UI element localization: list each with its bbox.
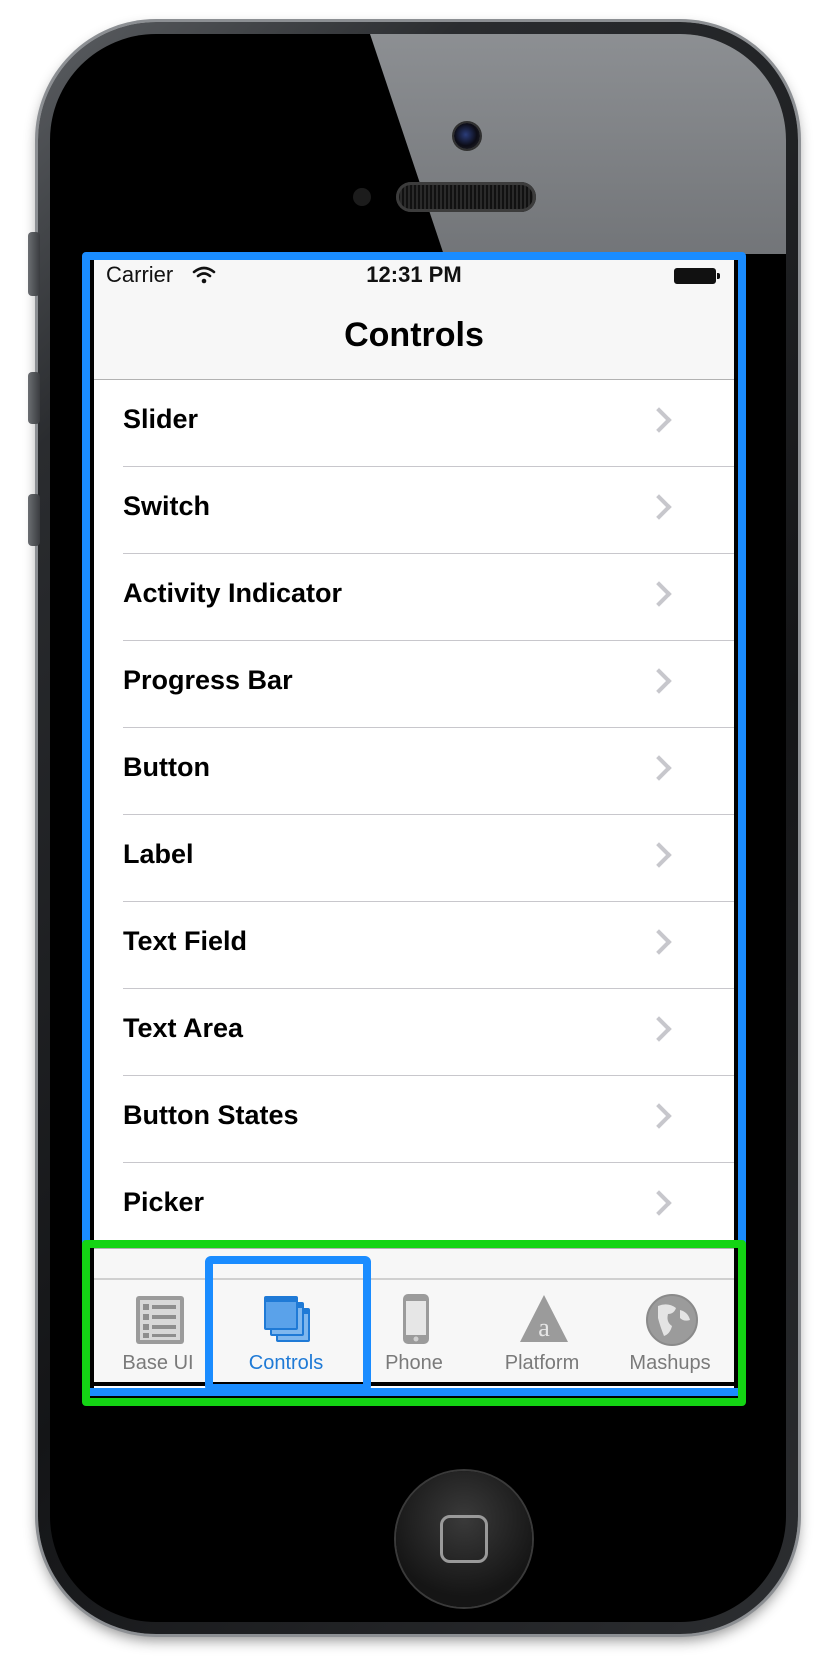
earpiece-speaker (396, 182, 536, 212)
mute-switch (28, 232, 40, 296)
volume-down-button (28, 494, 40, 546)
proximity-sensor (353, 188, 371, 206)
highlight-screen-region (82, 252, 746, 1396)
home-button[interactable] (396, 1471, 532, 1607)
highlight-controls-tab (205, 1256, 371, 1392)
bezel-glare (370, 34, 786, 254)
volume-up-button (28, 372, 40, 424)
front-camera-icon (454, 123, 480, 149)
home-square-icon (440, 1515, 488, 1563)
highlight-tabbar-region (82, 1240, 746, 1406)
